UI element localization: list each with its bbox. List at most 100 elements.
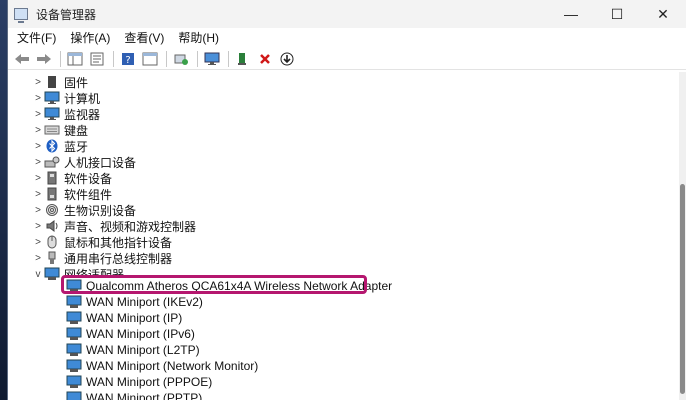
network-adapter-item[interactable]: WAN Miniport (PPPOE) (66, 374, 212, 390)
network-adapter-icon (44, 267, 60, 281)
expand-chevron-icon[interactable]: > (32, 90, 44, 106)
menu-file[interactable]: 文件(F) (10, 28, 63, 48)
window-title: 设备管理器 (36, 7, 97, 22)
tree-item-label: 鼠标和其他指针设备 (64, 235, 173, 250)
computer-icon (44, 91, 60, 105)
fingerprint-icon (44, 203, 60, 217)
tree-item-hid[interactable]: > 人机接口设备 (32, 154, 136, 170)
update-driver-button[interactable] (171, 50, 191, 68)
toolbar-separator (228, 50, 229, 67)
tree-item-label: 通用串行总线控制器 (64, 251, 173, 266)
view-pane-button[interactable] (140, 50, 160, 68)
tree-item-firmware[interactable]: > 固件 (32, 74, 88, 90)
network-adapter-label: WAN Miniport (IKEv2) (86, 295, 203, 309)
tree-item-label: 键盘 (64, 123, 89, 138)
network-adapter-item[interactable]: WAN Miniport (IP) (66, 310, 182, 326)
tree-item-bluetooth[interactable]: > 蓝牙 (32, 138, 88, 154)
minimize-button[interactable]: — (548, 0, 594, 28)
red-x-icon (260, 53, 270, 64)
tree-item-software-devices[interactable]: > 软件设备 (32, 170, 112, 186)
network-adapter-icon (66, 391, 82, 400)
toolbar: ? (8, 48, 686, 70)
tree-item-monitors[interactable]: > 监视器 (32, 106, 100, 122)
maximize-button[interactable]: ☐ (594, 0, 640, 28)
properties-button[interactable] (87, 50, 107, 68)
network-adapter-label: WAN Miniport (L2TP) (86, 343, 200, 357)
tree-item-mice[interactable]: > 鼠标和其他指针设备 (32, 234, 172, 250)
tree-item-label: 软件设备 (64, 171, 113, 186)
console-tree-icon (67, 52, 83, 65)
properties-icon (90, 52, 104, 65)
help-icon: ? (122, 52, 134, 66)
network-adapter-label: WAN Miniport (PPTP) (86, 391, 203, 400)
expand-chevron-icon[interactable]: > (32, 202, 44, 218)
toolbar-separator (166, 50, 167, 67)
toolbar-separator (113, 50, 114, 67)
uninstall-device-button[interactable] (255, 50, 275, 68)
expand-chevron-icon[interactable]: > (32, 186, 44, 202)
menu-view[interactable]: 查看(V) (117, 28, 171, 48)
network-adapter-item[interactable]: WAN Miniport (PPTP) (66, 390, 202, 400)
disable-device-button[interactable] (277, 50, 297, 68)
forward-button[interactable] (34, 50, 54, 68)
show-hide-console-tree-button[interactable] (65, 50, 85, 68)
tree-item-usb-controllers[interactable]: > 通用串行总线控制器 (32, 250, 172, 266)
add-driver-button[interactable] (233, 50, 253, 68)
usb-icon (44, 251, 60, 265)
forward-arrow-icon (37, 53, 51, 64)
download-arrow-icon (280, 52, 294, 65)
network-adapter-label: WAN Miniport (IPv6) (86, 327, 195, 341)
tree-item-biometric[interactable]: > 生物识别设备 (32, 202, 136, 218)
tree-item-software-components[interactable]: > 软件组件 (32, 186, 112, 202)
device-tree: > 固件 > 计算机 > 监视器 > 键盘 > 蓝牙 > 人机接口设备 > 软件… (8, 72, 680, 400)
tree-item-label: 监视器 (64, 107, 101, 122)
add-driver-icon (238, 52, 246, 65)
hid-icon (44, 155, 60, 169)
network-adapter-icon (66, 359, 82, 373)
device-manager-window: 设备管理器 — ☐ ✕ 文件(F) 操作(A) 查看(V) 帮助(H) ? > … (7, 0, 686, 400)
scrollbar-thumb[interactable] (680, 184, 685, 394)
tree-item-computer[interactable]: > 计算机 (32, 90, 100, 106)
network-adapter-icon (66, 311, 82, 325)
expand-chevron-icon[interactable]: > (32, 74, 44, 90)
network-adapter-item[interactable]: WAN Miniport (Network Monitor) (66, 358, 258, 374)
close-button[interactable]: ✕ (640, 0, 686, 28)
menu-bar: 文件(F) 操作(A) 查看(V) 帮助(H) (8, 28, 686, 48)
highlight-annotation-box (61, 275, 367, 294)
svg-text:?: ? (125, 55, 130, 66)
network-adapter-item[interactable]: WAN Miniport (L2TP) (66, 342, 200, 358)
expand-chevron-icon[interactable]: > (32, 122, 44, 138)
network-adapter-icon (66, 295, 82, 309)
menu-action[interactable]: 操作(A) (63, 28, 117, 48)
firmware-icon (44, 75, 60, 89)
expand-chevron-icon[interactable]: > (32, 218, 44, 234)
tree-item-keyboards[interactable]: > 键盘 (32, 122, 88, 138)
network-adapter-item[interactable]: WAN Miniport (IPv6) (66, 326, 195, 342)
collapse-chevron-icon[interactable]: v (32, 266, 44, 282)
desktop-background (0, 0, 7, 400)
toolbar-separator (197, 50, 198, 67)
help-button[interactable]: ? (118, 50, 138, 68)
menu-help[interactable]: 帮助(H) (171, 28, 226, 48)
expand-chevron-icon[interactable]: > (32, 106, 44, 122)
expand-chevron-icon[interactable]: > (32, 250, 44, 266)
back-arrow-icon (15, 53, 29, 64)
tree-item-label: 声音、视频和游戏控制器 (64, 219, 197, 234)
keyboard-icon (44, 123, 60, 137)
expand-chevron-icon[interactable]: > (32, 138, 44, 154)
window-controls: — ☐ ✕ (548, 0, 686, 28)
tree-item-sound-video-game[interactable]: > 声音、视频和游戏控制器 (32, 218, 196, 234)
monitor-scan-icon (204, 52, 220, 65)
vertical-scrollbar[interactable] (679, 72, 686, 400)
tree-item-label: 软件组件 (64, 187, 113, 202)
expand-chevron-icon[interactable]: > (32, 234, 44, 250)
expand-chevron-icon[interactable]: > (32, 170, 44, 186)
update-driver-icon (174, 54, 188, 65)
scan-hardware-button[interactable] (202, 50, 222, 68)
back-button[interactable] (12, 50, 32, 68)
speaker-icon (44, 219, 60, 233)
network-adapter-item[interactable]: WAN Miniport (IKEv2) (66, 294, 203, 310)
mouse-icon (44, 235, 60, 249)
network-adapter-label: WAN Miniport (IP) (86, 311, 183, 325)
expand-chevron-icon[interactable]: > (32, 154, 44, 170)
